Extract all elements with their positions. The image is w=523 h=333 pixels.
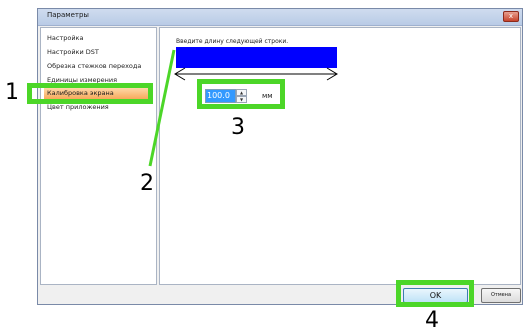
callout-box-1 [27, 83, 153, 104]
callout-number-1: 1 [5, 80, 19, 105]
close-button[interactable]: x [503, 11, 519, 22]
callout-box-4 [396, 280, 474, 307]
sidebar-item-app-color[interactable]: Цвет приложения [47, 103, 109, 111]
sidebar-item-jump-stitch-trim[interactable]: Обрезка стежков перехода [47, 62, 141, 70]
instruction-text: Введите длину следующей строки. [176, 38, 289, 45]
title-bar: Параметры x [38, 9, 522, 26]
parameters-dialog: Параметры x Настройка Настройки DST Обре… [37, 8, 523, 305]
window-title: Параметры [47, 11, 89, 19]
calibration-bar [176, 47, 337, 68]
callout-box-3 [197, 79, 285, 109]
callout-number-3: 3 [231, 115, 245, 140]
calibration-panel: Введите длину следующей строки. 100.0 ▲ … [159, 27, 521, 285]
sidebar-item-settings[interactable]: Настройка [47, 34, 83, 42]
callout-leader-line [148, 49, 176, 167]
sidebar-item-dst-settings[interactable]: Настройки DST [47, 48, 99, 56]
callout-number-2: 2 [140, 171, 154, 196]
callout-number-4: 4 [425, 308, 439, 333]
cancel-button[interactable]: Отмена [481, 288, 521, 303]
